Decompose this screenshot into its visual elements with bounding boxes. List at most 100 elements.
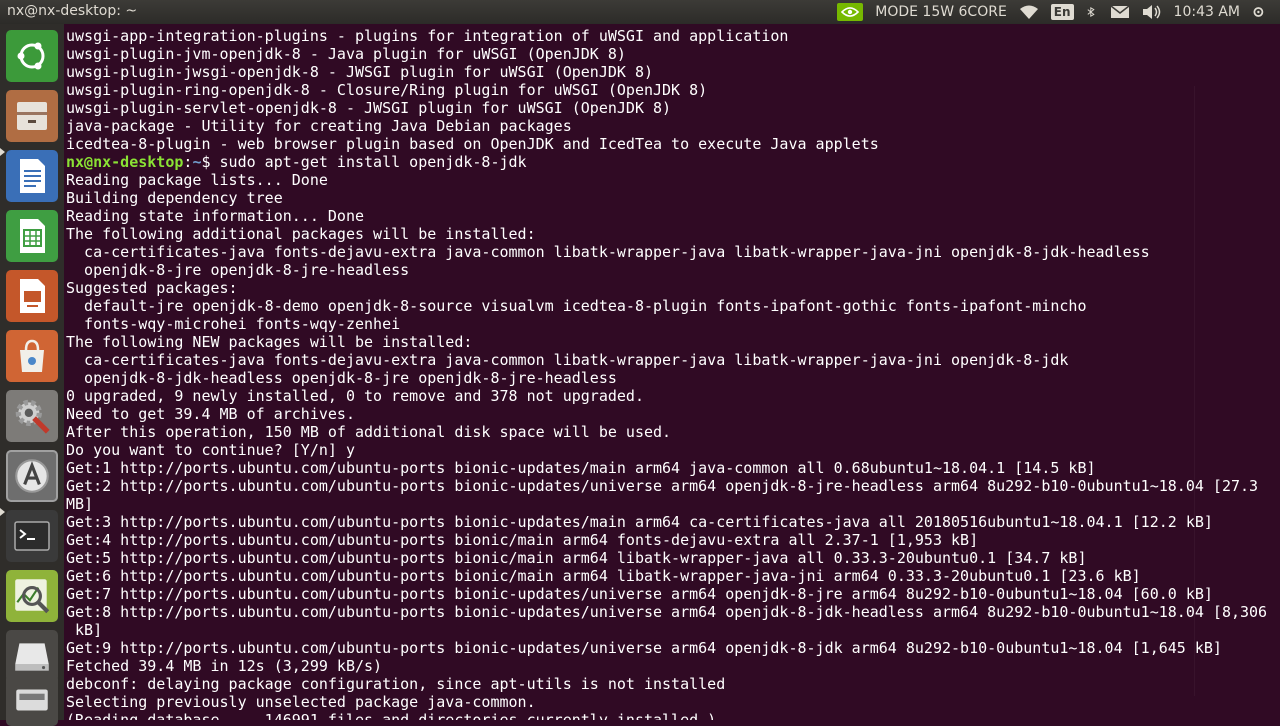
terminal-line: Get:1 http://ports.ubuntu.com/ubuntu-por… [66, 459, 1267, 477]
calc-button[interactable] [6, 210, 58, 262]
terminal-line: ca-certificates-java fonts-dejavu-extra … [66, 351, 1267, 369]
output-text: 0 upgraded, 9 newly installed, 0 to remo… [66, 387, 644, 405]
top-panel: nx@nx-desktop: ~ MODE 15W 6CORE En 10:43… [0, 0, 1280, 24]
files-button[interactable] [6, 90, 58, 142]
terminal-line: Get:4 http://ports.ubuntu.com/ubuntu-por… [66, 531, 1267, 549]
terminal-line: Do you want to continue? [Y/n] y [66, 441, 1267, 459]
power-mode-indicator[interactable]: MODE 15W 6CORE [875, 4, 1007, 20]
terminal-line: java-package - Utility for creating Java… [66, 117, 1267, 135]
writer-document-icon [20, 159, 45, 193]
terminal-button[interactable] [6, 510, 58, 562]
drive-icon [15, 643, 49, 671]
output-text: (Reading database ... 146991 files and d… [66, 711, 717, 720]
output-text: Get:6 http://ports.ubuntu.com/ubuntu-por… [66, 567, 1141, 585]
terminal-line: uwsgi-plugin-servlet-openjdk-8 - JWSGI p… [66, 99, 1267, 117]
output-text: Get:4 http://ports.ubuntu.com/ubuntu-por… [66, 531, 979, 549]
scanner-button[interactable] [6, 674, 58, 726]
output-text: uwsgi-app-integration-plugins - plugins … [66, 27, 789, 45]
prompt-symbol: $ [201, 153, 220, 171]
terminal-line: default-jre openjdk-8-demo openjdk-8-sou… [66, 297, 1267, 315]
output-text: Get:1 http://ports.ubuntu.com/ubuntu-por… [66, 459, 1096, 477]
mail-icon[interactable] [1110, 4, 1130, 20]
scanner-icon [16, 689, 48, 711]
software-updater-button[interactable] [6, 450, 58, 502]
terminal-line: openjdk-8-jdk-headless openjdk-8-jre ope… [66, 369, 1267, 387]
shopping-bag-icon [20, 339, 44, 372]
output-text: icedtea-8-plugin - web browser plugin ba… [66, 135, 879, 153]
output-text: openjdk-8-jdk-headless openjdk-8-jre ope… [66, 369, 617, 387]
calc-spreadsheet-icon [20, 219, 45, 253]
terminal-line: Suggested packages: [66, 279, 1267, 297]
output-text: kB] [66, 621, 103, 639]
output-text: uwsgi-plugin-jwsgi-openjdk-8 - JWSGI plu… [66, 63, 653, 81]
output-text: uwsgi-plugin-servlet-openjdk-8 - JWSGI p… [66, 99, 672, 117]
terminal-line: fonts-wqy-microhei fonts-wqy-zenhei [66, 315, 1267, 333]
terminal-line: openjdk-8-jre openjdk-8-jre-headless [66, 261, 1267, 279]
output-text: uwsgi-plugin-jvm-openjdk-8 - Java plugin… [66, 45, 626, 63]
nvidia-icon[interactable] [837, 3, 864, 21]
terminal-line: Fetched 39.4 MB in 12s (3,299 kB/s) [66, 657, 1267, 675]
output-text: Reading package lists... Done [66, 171, 328, 189]
output-text: MB] [66, 495, 94, 513]
system-monitor-button[interactable] [6, 570, 58, 622]
output-text: fonts-wqy-microhei fonts-wqy-zenhei [66, 315, 401, 333]
terminal-window[interactable]: uwsgi-app-integration-plugins - plugins … [64, 24, 1280, 720]
wifi-icon[interactable] [1019, 4, 1039, 20]
output-text: openjdk-8-jre openjdk-8-jre-headless [66, 261, 410, 279]
software-center-button[interactable] [6, 330, 58, 382]
output-text: default-jre openjdk-8-demo openjdk-8-sou… [66, 297, 1087, 315]
output-text: Reading state information... Done [66, 207, 365, 225]
output-text: Selecting previously unselected package … [66, 693, 536, 711]
clock[interactable]: 10:43 AM [1174, 4, 1240, 20]
window-title: nx@nx-desktop: ~ [7, 3, 138, 19]
output-text: The following additional packages will b… [66, 225, 536, 243]
terminal-icon [14, 521, 50, 551]
running-indicator [0, 508, 5, 516]
terminal-line: Get:6 http://ports.ubuntu.com/ubuntu-por… [66, 567, 1267, 585]
output-text: uwsgi-plugin-ring-openjdk-8 - Closure/Ri… [66, 81, 708, 99]
terminal-line: Reading state information... Done [66, 207, 1267, 225]
output-text: Fetched 39.4 MB in 12s (3,299 kB/s) [66, 657, 383, 675]
output-text: Do you want to continue? [Y/n] y [66, 441, 355, 459]
impress-presentation-icon [20, 279, 45, 313]
terminal-output: uwsgi-app-integration-plugins - plugins … [64, 27, 1267, 720]
prompt-user: nx@nx-desktop [66, 153, 184, 171]
terminal-line: 0 upgraded, 9 newly installed, 0 to remo… [66, 387, 1267, 405]
terminal-line: Get:3 http://ports.ubuntu.com/ubuntu-por… [66, 513, 1267, 531]
output-text: debconf: delaying package configuration,… [66, 675, 726, 693]
volume-icon[interactable] [1142, 4, 1162, 20]
power-gear-icon[interactable] [1252, 4, 1268, 20]
output-text: Get:9 http://ports.ubuntu.com/ubuntu-por… [66, 639, 1222, 657]
magnifier-chart-icon [15, 579, 50, 614]
output-text: Get:3 http://ports.ubuntu.com/ubuntu-por… [66, 513, 1213, 531]
output-text: Get:2 http://ports.ubuntu.com/ubuntu-por… [66, 477, 1259, 495]
ubuntu-dash-button[interactable] [6, 30, 58, 82]
terminal-line: Reading package lists... Done [66, 171, 1267, 189]
terminal-line: Get:5 http://ports.ubuntu.com/ubuntu-por… [66, 549, 1267, 567]
bluetooth-icon[interactable] [1086, 4, 1098, 20]
output-text: Get:8 http://ports.ubuntu.com/ubuntu-por… [66, 603, 1268, 621]
file-cabinet-icon [17, 102, 47, 130]
terminal-line: (Reading database ... 146991 files and d… [66, 711, 1267, 720]
system-tray: MODE 15W 6CORE En 10:43 AM [837, 0, 1280, 24]
impress-button[interactable] [6, 270, 58, 322]
output-text: Building dependency tree [66, 189, 283, 207]
terminal-line: Selecting previously unselected package … [66, 693, 1267, 711]
launcher [0, 24, 65, 726]
terminal-line: The following additional packages will b… [66, 225, 1267, 243]
keyboard-icon[interactable]: En [1050, 4, 1074, 20]
terminal-line: uwsgi-plugin-jwsgi-openjdk-8 - JWSGI plu… [66, 63, 1267, 81]
terminal-line: Get:2 http://ports.ubuntu.com/ubuntu-por… [66, 477, 1267, 495]
terminal-line: Get:9 http://ports.ubuntu.com/ubuntu-por… [66, 639, 1267, 657]
system-settings-button[interactable] [6, 390, 58, 442]
output-text: ca-certificates-java fonts-dejavu-extra … [66, 351, 1069, 369]
writer-button[interactable] [6, 150, 58, 202]
terminal-line: The following NEW packages will be insta… [66, 333, 1267, 351]
terminal-line: MB] [66, 495, 1267, 513]
ubuntu-logo-icon [17, 42, 45, 70]
terminal-line: icedtea-8-plugin - web browser plugin ba… [66, 135, 1267, 153]
terminal-line: ca-certificates-java fonts-dejavu-extra … [66, 243, 1267, 261]
terminal-line: Building dependency tree [66, 189, 1267, 207]
terminal-line: Get:8 http://ports.ubuntu.com/ubuntu-por… [66, 603, 1267, 621]
terminal-prompt-line: nx@nx-desktop:~$ sudo apt-get install op… [66, 153, 1267, 171]
